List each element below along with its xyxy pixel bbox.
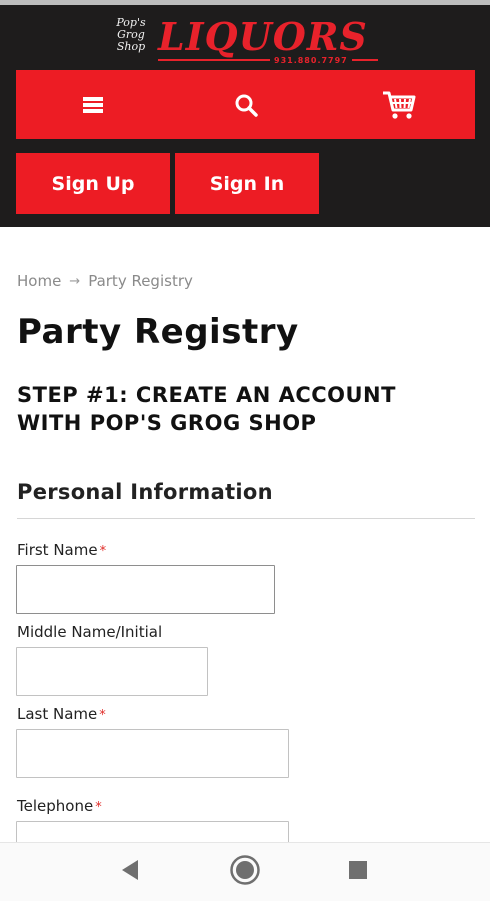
sign-in-button[interactable]: Sign In [175,153,319,214]
logo-wordmark: LIQUORS [158,14,368,59]
page-title: Party Registry [17,312,299,352]
recents-square-icon [348,860,368,884]
middle-name-input[interactable] [16,647,208,696]
shopping-cart-icon [382,90,416,120]
telephone-label-text: Telephone [17,797,94,815]
last-name-label-text: Last Name [17,705,98,723]
breadcrumb-home-link[interactable]: Home [17,272,61,290]
back-button[interactable] [95,843,165,901]
first-name-label-text: First Name [17,541,98,559]
last-name-label: Last Name * [17,705,106,723]
sign-up-button[interactable]: Sign Up [16,153,170,214]
cart-button[interactable] [322,70,475,139]
first-name-label: First Name * [17,541,106,559]
first-name-input[interactable] [16,565,275,614]
required-marker: * [99,544,107,559]
section-divider [17,518,475,519]
back-triangle-icon [120,859,140,885]
middle-name-label: Middle Name/Initial [17,623,162,641]
breadcrumb-current: Party Registry [88,272,193,290]
store-logo[interactable]: Pop's Grog Shop LIQUORS 931.880.7797 [110,17,380,69]
header-nav-bar [16,70,475,139]
breadcrumb-arrow-icon: → [69,273,81,289]
search-button[interactable] [169,70,322,139]
menu-button[interactable] [16,70,169,139]
recents-button[interactable] [323,843,393,901]
system-navigation-bar [0,842,490,901]
required-marker: * [99,708,106,723]
section-title: Personal Information [17,480,273,504]
home-circle-icon [229,854,261,890]
telephone-label: Telephone * [17,797,102,815]
logo-phone: 931.880.7797 [270,56,352,65]
hamburger-menu-icon [82,96,103,113]
logo-script-text: Pop's Grog Shop [116,16,146,53]
required-marker: * [95,800,102,815]
last-name-input[interactable] [16,729,289,778]
home-button[interactable] [210,843,280,901]
middle-name-label-text: Middle Name/Initial [17,623,163,641]
step-title: STEP #1: CREATE AN ACCOUNT WITH POP'S GR… [17,383,396,435]
search-icon [234,93,258,117]
breadcrumb: Home → Party Registry [17,272,193,290]
